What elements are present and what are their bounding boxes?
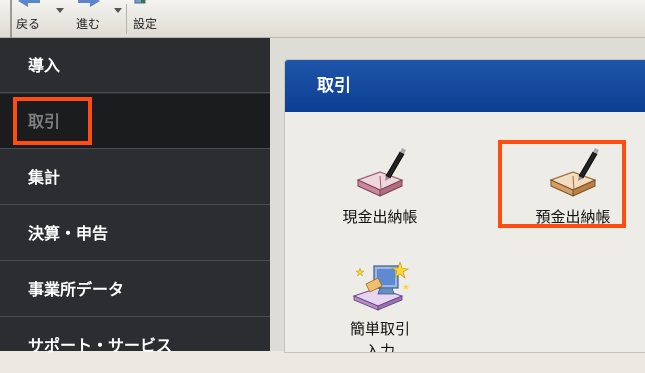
forward-dropdown-icon[interactable]: [114, 8, 122, 13]
toolbar-separator: [126, 4, 127, 34]
toolbar: 戻る 進む 設定: [0, 0, 645, 38]
simple-entry-label-line2: 入力: [364, 342, 395, 353]
panel-header: 取引: [285, 60, 645, 112]
cash-ledger-label: 現金出納帳: [342, 208, 418, 226]
back-label: 戻る: [16, 17, 41, 31]
back-dropdown-icon[interactable]: [56, 8, 64, 13]
sidebar-item-label: 事業所データ: [28, 280, 125, 299]
sidebar-item-label: 決算・申告: [28, 224, 109, 243]
sidebar-item-introduction[interactable]: 導入: [0, 38, 270, 93]
sidebar-selection-highlight: [13, 97, 92, 145]
back-arrow-icon: [18, 0, 40, 7]
main-area: 取引 現金出納帳 預金出納帳 簡単取引 入力: [270, 38, 645, 353]
settings-button[interactable]: 設定: [133, 0, 167, 36]
settings-label: 設定: [133, 17, 158, 31]
settings-icon: [134, 0, 146, 4]
sidebar-item-label: 導入: [28, 56, 61, 75]
simple-entry-button[interactable]: 簡単取引 入力: [325, 258, 435, 353]
cash-ledger-button[interactable]: 現金出納帳: [325, 146, 435, 228]
deposit-ledger-highlight: [498, 140, 626, 228]
sidebar-item-label: 集計: [28, 168, 61, 187]
sidebar-item-summary[interactable]: 集計: [0, 150, 270, 205]
transactions-panel: 取引 現金出納帳 預金出納帳 簡単取引 入力: [284, 59, 645, 353]
sidebar-item-support-services[interactable]: サポート・サービス: [0, 318, 270, 373]
sidebar-item-label: サポート・サービス: [28, 336, 173, 355]
ledger-pen-icon: [356, 148, 406, 197]
forward-button[interactable]: 進む: [74, 0, 122, 36]
sidebar-item-business-data[interactable]: 事業所データ: [0, 262, 270, 317]
simple-entry-label-line1: 簡単取引: [349, 320, 410, 338]
sidebar: 導入 取引 集計 決算・申告 事業所データ サポート・サービス: [0, 38, 270, 355]
toolbar-edge: [10, 0, 12, 38]
forward-arrow-icon: [78, 0, 100, 7]
back-button[interactable]: 戻る: [16, 0, 64, 36]
sidebar-item-closing-filing[interactable]: 決算・申告: [0, 206, 270, 261]
forward-label: 進む: [76, 17, 101, 31]
simple-entry-icon: [352, 261, 409, 311]
panel-title: 取引: [317, 76, 351, 96]
